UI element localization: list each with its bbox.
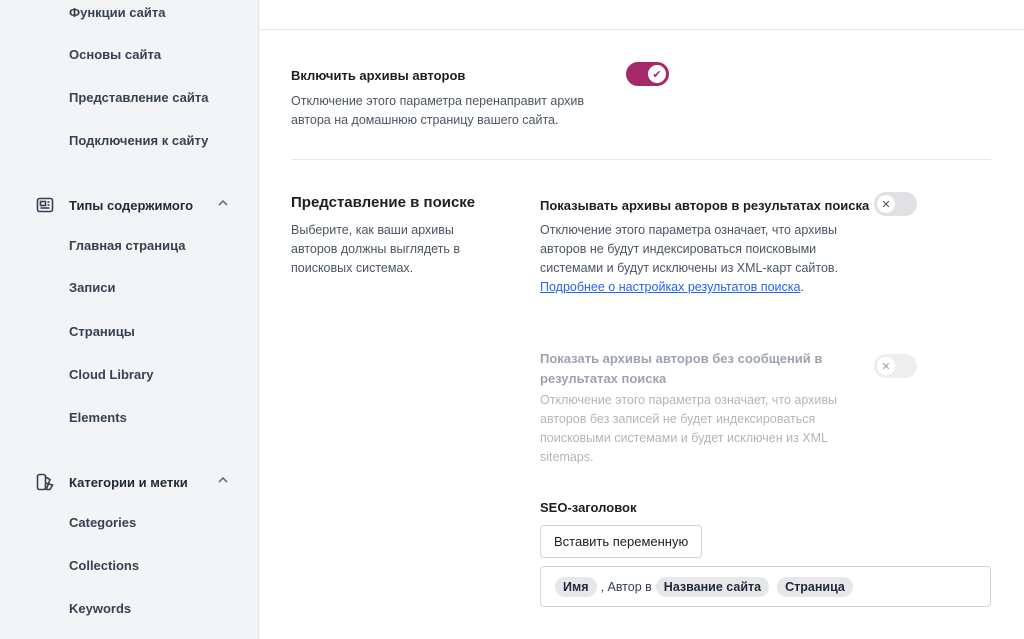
sidebar-item-posts[interactable]: Записи — [69, 280, 115, 295]
title-text-segment: , Автор в — [600, 579, 652, 594]
show-in-results-description: Отключение этого параметра означает, что… — [540, 221, 855, 297]
sidebar-item-site-features[interactable]: Функции сайта — [69, 5, 165, 20]
sidebar-group-label: Категории и метки — [69, 474, 188, 490]
taxonomies-icon — [36, 473, 54, 491]
top-divider — [260, 29, 1024, 30]
sidebar-item-site-basics[interactable]: Основы сайта — [69, 47, 161, 62]
sidebar-group-taxonomies[interactable]: Категории и метки — [36, 471, 236, 493]
sidebar-group-label: Типы содержимого — [69, 197, 194, 213]
show-without-posts-description: Отключение этого параметра означает, что… — [540, 393, 837, 464]
chevron-up-icon[interactable] — [217, 474, 229, 486]
content-types-icon — [36, 196, 54, 214]
search-section-description: Выберите, как ваши архивы авторов должны… — [291, 223, 461, 275]
author-archives-description: Отключение этого параметра перенаправит … — [291, 94, 585, 127]
search-section-title: Представление в поиске — [291, 194, 476, 211]
show-in-results-label: Показывать архивы авторов в результатах … — [540, 198, 870, 213]
sidebar-group-content-types[interactable]: Типы содержимого — [36, 194, 236, 216]
sidebar-item-elements[interactable]: Elements — [69, 410, 127, 425]
close-icon: ✕ — [877, 195, 895, 213]
show-without-posts-toggle[interactable]: ✕ — [874, 354, 917, 378]
close-icon: ✕ — [877, 357, 895, 375]
variable-chip[interactable]: Название сайта — [655, 576, 770, 597]
author-archives-toggle[interactable]: ✔ — [626, 62, 669, 86]
sidebar-item-keywords[interactable]: Keywords — [69, 601, 131, 616]
link-period: . — [800, 280, 804, 294]
learn-more-link[interactable]: Подробнее о настройках результатов поиск… — [540, 280, 800, 294]
section-divider — [291, 159, 991, 160]
sidebar-item-homepage[interactable]: Главная страница — [69, 238, 185, 253]
show-in-results-text: Отключение этого параметра означает, что… — [540, 223, 839, 275]
sidebar: Функции сайта Основы сайта Представление… — [0, 0, 259, 639]
seo-title-input[interactable]: Имя , Автор в Название сайта Страница — [540, 566, 991, 607]
check-icon: ✔ — [648, 65, 666, 83]
insert-variable-button[interactable]: Вставить переменную — [540, 525, 703, 558]
sidebar-item-collections[interactable]: Collections — [69, 558, 139, 573]
author-archives-label: Включить архивы авторов — [291, 68, 466, 83]
variable-chip[interactable]: Страница — [777, 576, 853, 597]
sidebar-item-pages[interactable]: Страницы — [69, 324, 135, 339]
variable-chip[interactable]: Имя — [555, 576, 597, 597]
show-in-results-toggle[interactable]: ✕ — [874, 192, 917, 216]
chevron-up-icon[interactable] — [217, 197, 229, 209]
sidebar-item-site-connections[interactable]: Подключения к сайту — [69, 133, 208, 148]
seo-title-label: SEO-заголовок — [540, 500, 637, 515]
sidebar-item-site-representation[interactable]: Представление сайта — [69, 90, 208, 105]
show-without-posts-label: Показать архивы авторов без сообщений в … — [540, 351, 823, 386]
sidebar-item-cloud-library[interactable]: Cloud Library — [69, 367, 154, 382]
sidebar-item-categories[interactable]: Categories — [69, 515, 136, 530]
settings-panel: Включить архивы авторов Отключение этого… — [260, 0, 1024, 639]
